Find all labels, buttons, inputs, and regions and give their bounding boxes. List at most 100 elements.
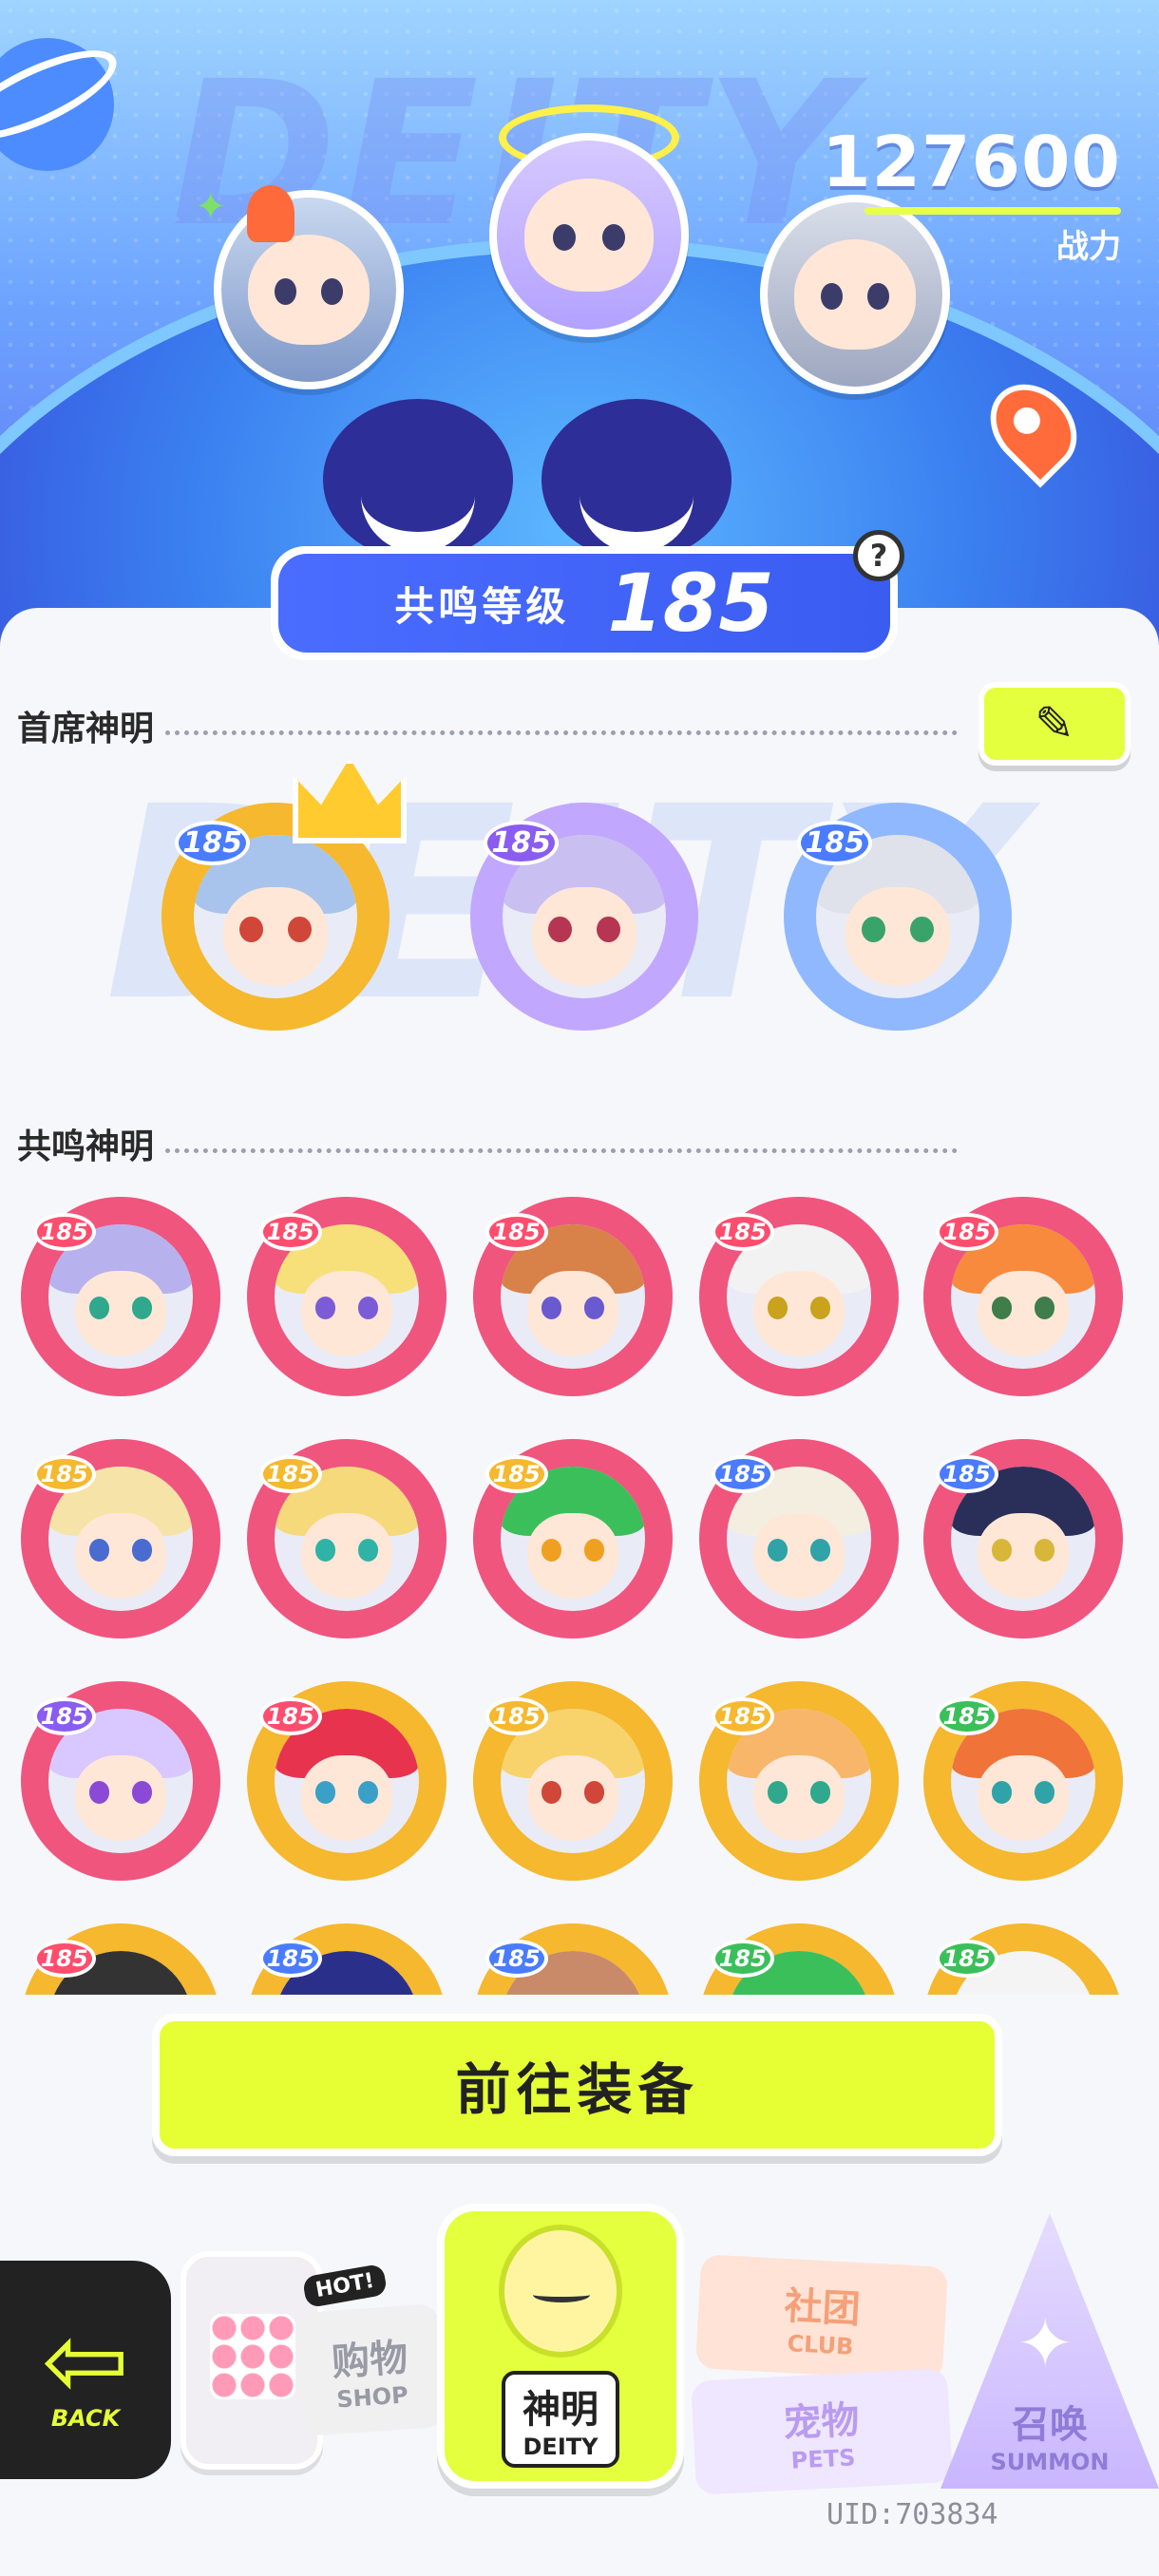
portrait-face	[300, 1512, 393, 1600]
level-badge: 185	[258, 1939, 322, 1978]
shop-label-tag: 购物 SHOP	[294, 2302, 446, 2437]
club-label-cn: 社团	[783, 2283, 862, 2333]
portrait-face	[752, 1754, 846, 1842]
level-badge: 185	[258, 1696, 322, 1735]
level-badge: 185	[484, 1939, 548, 1978]
members-portrait[interactable]: 185	[247, 1197, 446, 1396]
combat-power: 127600 战力	[822, 122, 1121, 267]
resonance-section-title: 共鸣神明	[17, 1119, 958, 1168]
back-button[interactable]: ⇦ BACK	[0, 2261, 171, 2479]
members-portrait[interactable]: 185	[923, 1197, 1123, 1396]
portrait-face	[526, 1512, 619, 1600]
shop-label-cn: 购物	[330, 2336, 409, 2385]
resonance-section-label: 共鸣神明	[17, 1127, 155, 1166]
level-badge: 185	[935, 1454, 998, 1493]
portrait-face	[977, 1754, 1070, 1842]
resonance-level-label: 共鸣等级	[394, 582, 570, 630]
level-badge: 185	[711, 1454, 774, 1493]
level-badge: 185	[711, 1212, 774, 1251]
user-id: UID:703834	[826, 2498, 998, 2531]
summon-label: 召唤 SUMMON	[940, 2394, 1159, 2475]
members-portrait[interactable]: 185	[21, 1197, 220, 1396]
level-badge: 185	[258, 1212, 322, 1251]
right-eye	[542, 399, 732, 560]
members-portrait[interactable]: 185	[699, 1439, 899, 1638]
portrait-face	[752, 1270, 846, 1357]
star-icon: ✦	[1016, 2303, 1074, 2383]
resonance-level-value: 185	[607, 557, 774, 650]
combat-power-underline	[864, 207, 1121, 215]
nav-shop[interactable]: HOT! 购物 SHOP	[171, 2213, 446, 2489]
level-badge: 185	[797, 821, 873, 866]
go-equip-button[interactable]: 前往装备	[152, 2014, 1002, 2156]
members-portrait[interactable]: 185	[21, 1439, 220, 1638]
level-badge: 185	[935, 1939, 998, 1978]
members-portrait[interactable]: 185	[923, 1923, 1123, 1995]
left-eye	[323, 399, 513, 560]
leader-section-label: 首席神明	[17, 710, 155, 748]
nav-club[interactable]: 社团 CLUB	[695, 2254, 948, 2381]
level-badge: 185	[484, 1212, 548, 1251]
deity-label-cn: 神明	[522, 2388, 598, 2432]
portrait-face	[300, 1754, 393, 1842]
members-portrait[interactable]: 185	[923, 1439, 1123, 1638]
portrait-face	[74, 1512, 167, 1600]
pets-label-en: PETS	[790, 2444, 857, 2474]
leader-section-title: 首席神明	[17, 701, 958, 750]
summon-label-cn: 召唤	[1012, 2403, 1088, 2447]
deity-label-en: DEITY	[522, 2434, 598, 2460]
sparkle-icon: ✦	[195, 185, 227, 229]
members-portrait[interactable]: 185	[247, 1439, 446, 1638]
members-portrait[interactable]: 185	[699, 1681, 899, 1881]
section-divider	[165, 729, 958, 735]
edit-team-button[interactable]: ✎	[978, 682, 1130, 766]
members-portrait[interactable]: 185	[247, 1681, 446, 1881]
level-badge: 185	[711, 1696, 774, 1735]
members-portrait[interactable]: 185	[473, 1923, 673, 1995]
level-badge: 185	[258, 1454, 322, 1493]
deity-mascot-icon	[499, 2225, 622, 2358]
resonance-deity-grid: 185 185 185 185 185 185 185 185 185 185 185 185 185 1…	[0, 1187, 1159, 1995]
shop-label-en: SHOP	[335, 2381, 409, 2414]
members-portrait[interactable]: 185	[21, 1923, 220, 1995]
nav-pets[interactable]: 宠物 PETS	[691, 2368, 953, 2495]
nav-deity[interactable]: 神明 DEITY	[437, 2204, 684, 2489]
chibi-deity-2[interactable]	[489, 133, 689, 337]
question-icon[interactable]: ?	[853, 530, 904, 581]
level-badge: 185	[484, 1696, 548, 1735]
pets-label-cn: 宠物	[782, 2397, 861, 2447]
club-label-en: CLUB	[786, 2330, 855, 2360]
level-badge: 185	[32, 1939, 96, 1978]
members-portrait[interactable]: 185	[699, 1923, 899, 1995]
level-badge: 185	[175, 821, 251, 866]
leaders-portrait[interactable]: 185	[784, 803, 1012, 1031]
arrow-left-icon: ⇦	[41, 2300, 130, 2421]
portrait-face	[977, 1512, 1070, 1600]
chibi-deity-1[interactable]	[214, 190, 404, 389]
members-portrait[interactable]: 185	[699, 1197, 899, 1396]
level-badge: 185	[935, 1212, 998, 1251]
members-portrait[interactable]: 185	[473, 1197, 673, 1396]
members-portrait[interactable]: 185	[21, 1681, 220, 1881]
planet-eyes	[323, 399, 760, 560]
portrait-face	[526, 1754, 619, 1842]
level-badge: 185	[484, 821, 560, 866]
section-divider	[165, 1147, 958, 1153]
level-badge: 185	[935, 1696, 998, 1735]
leaders-portrait[interactable]: 185	[470, 803, 698, 1031]
level-badge: 185	[32, 1454, 96, 1493]
portrait-face	[74, 1754, 167, 1842]
portrait-face	[300, 1270, 393, 1357]
portrait-face	[531, 886, 637, 986]
members-portrait[interactable]: 185	[473, 1439, 673, 1638]
members-portrait[interactable]: 185	[473, 1681, 673, 1881]
pencil-icon: ✎	[1035, 696, 1074, 751]
portrait-face	[752, 1512, 846, 1600]
nav-summon[interactable]: ✦ 召唤 SUMMON	[940, 2213, 1159, 2508]
members-portrait[interactable]: 185	[923, 1681, 1123, 1881]
members-portrait[interactable]: 185	[247, 1923, 446, 1995]
deity-label-box: 神明 DEITY	[502, 2371, 619, 2468]
portrait-face	[845, 886, 951, 986]
level-badge: 185	[484, 1454, 548, 1493]
level-badge: 185	[32, 1696, 96, 1735]
